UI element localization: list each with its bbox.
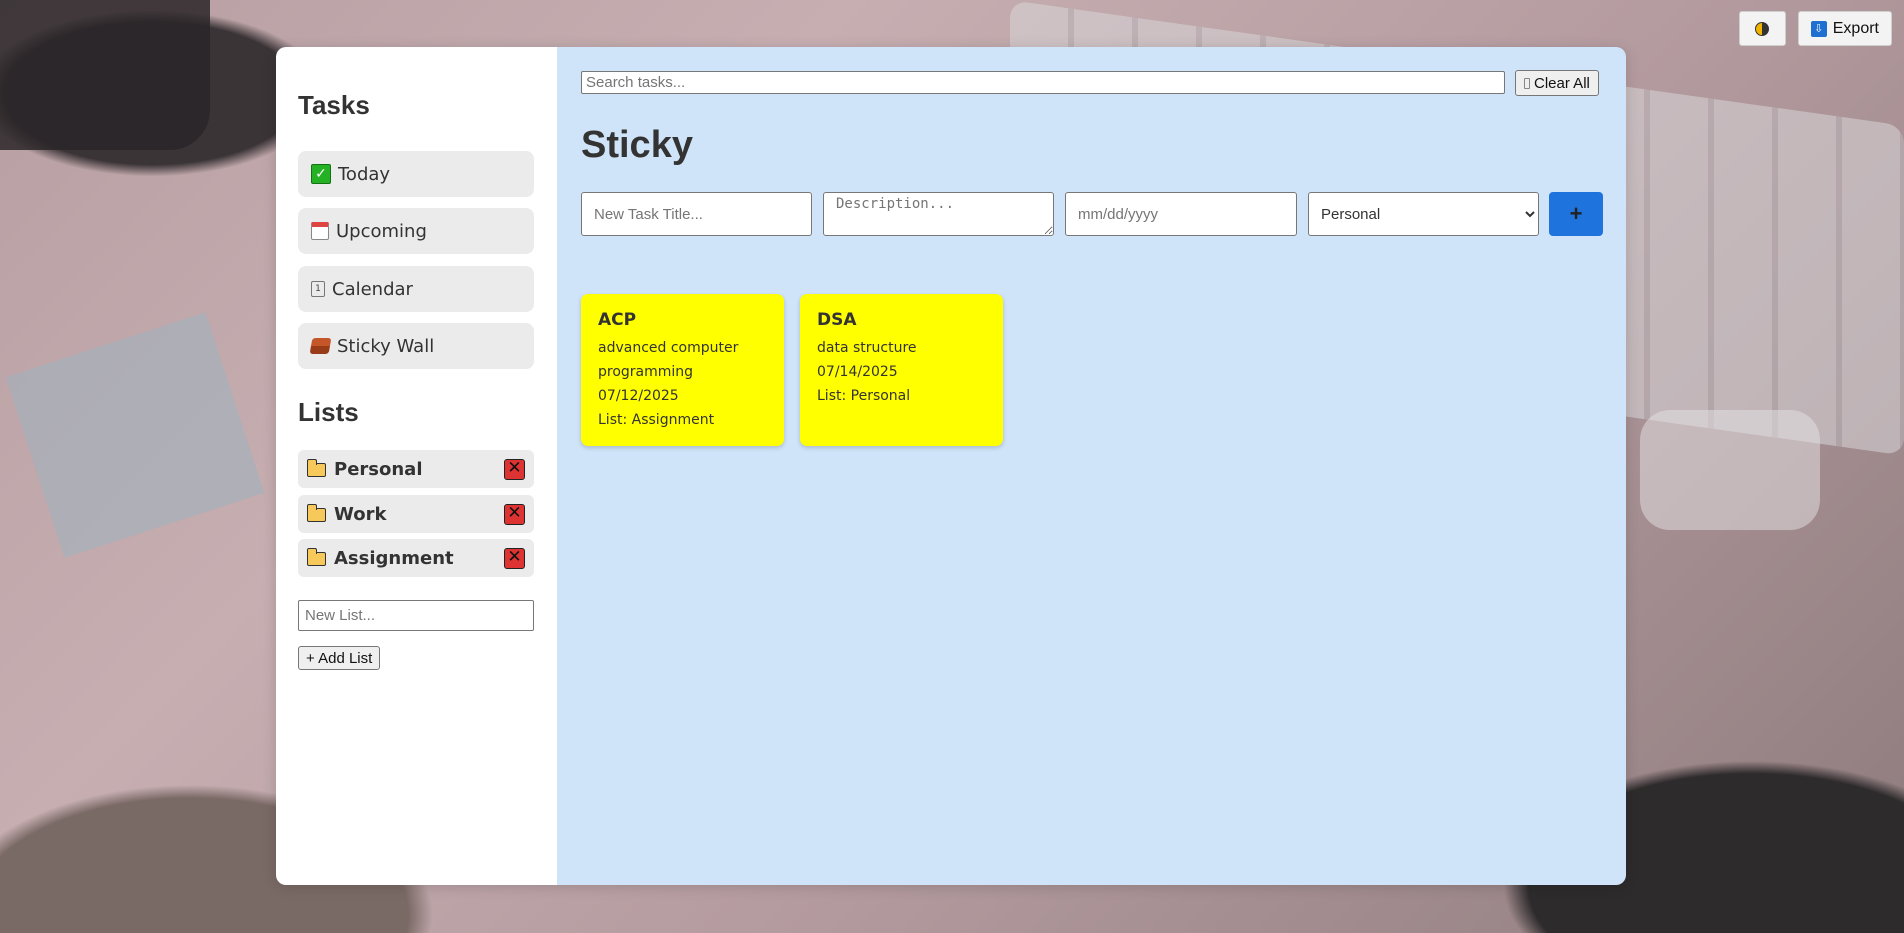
note-title: ACP bbox=[598, 310, 637, 330]
task-description-input[interactable] bbox=[823, 192, 1054, 236]
list-item-label: Personal bbox=[334, 458, 423, 480]
main-content: Clear All Sticky Personal + ACP advanced… bbox=[557, 47, 1626, 885]
note-date: 07/14/2025 bbox=[817, 364, 898, 380]
sidebar-item-today[interactable]: ✓ Today bbox=[298, 151, 534, 197]
app-window: Tasks ✓ Today Upcoming 1 Calendar Sticky… bbox=[276, 47, 1626, 885]
clear-all-button[interactable]: Clear All bbox=[1515, 70, 1599, 96]
background-gift-box bbox=[5, 312, 265, 558]
search-input[interactable] bbox=[581, 71, 1505, 94]
note-list: List: Personal bbox=[817, 388, 911, 404]
folder-icon bbox=[306, 548, 326, 566]
note-description: data structure bbox=[817, 340, 917, 356]
sidebar-item-label: Today bbox=[338, 163, 391, 185]
trash-icon bbox=[1524, 77, 1530, 89]
page-title: Sticky bbox=[581, 124, 693, 166]
task-list-select[interactable]: Personal bbox=[1308, 192, 1539, 236]
sidebar-item-label: Calendar bbox=[332, 278, 413, 300]
background-calculator bbox=[0, 0, 210, 150]
top-toolbar: ⇩ Export bbox=[1738, 11, 1892, 46]
add-list-button[interactable]: + Add List bbox=[298, 646, 381, 670]
lists-heading: Lists bbox=[298, 397, 359, 427]
note-list: List: Assignment bbox=[598, 412, 715, 428]
calendar-icon bbox=[311, 222, 329, 240]
tasks-heading: Tasks bbox=[298, 90, 370, 120]
export-label: Export bbox=[1832, 19, 1879, 37]
theme-toggle-button[interactable] bbox=[1738, 11, 1786, 46]
download-icon: ⇩ bbox=[1810, 20, 1827, 37]
half-circle-icon bbox=[1755, 21, 1770, 36]
plus-icon: + bbox=[1569, 201, 1583, 226]
add-task-button[interactable]: + bbox=[1549, 192, 1603, 236]
delete-list-icon[interactable]: ✕ bbox=[504, 503, 525, 525]
list-item-personal[interactable]: Personal ✕ bbox=[298, 450, 534, 488]
note-title: DSA bbox=[817, 310, 857, 330]
sidebar-item-sticky-wall[interactable]: Sticky Wall bbox=[298, 323, 534, 369]
delete-list-icon[interactable]: ✕ bbox=[504, 547, 525, 569]
new-list-input[interactable] bbox=[298, 600, 534, 631]
delete-list-icon[interactable]: ✕ bbox=[504, 458, 525, 480]
clear-all-label: Clear All bbox=[1534, 74, 1590, 92]
export-button[interactable]: ⇩ Export bbox=[1797, 11, 1892, 46]
sidebar-item-upcoming[interactable]: Upcoming bbox=[298, 208, 534, 254]
sticky-note[interactable]: DSA data structure 07/14/2025 List: Pers… bbox=[800, 294, 1003, 446]
list-item-label: Assignment bbox=[334, 547, 454, 569]
task-title-input[interactable] bbox=[581, 192, 812, 236]
note-date: 07/12/2025 bbox=[598, 388, 679, 404]
sidebar-item-calendar[interactable]: 1 Calendar bbox=[298, 266, 534, 312]
sidebar: Tasks ✓ Today Upcoming 1 Calendar Sticky… bbox=[276, 47, 557, 885]
list-item-assignment[interactable]: Assignment ✕ bbox=[298, 539, 534, 577]
brick-icon bbox=[309, 338, 332, 354]
sidebar-item-label: Sticky Wall bbox=[337, 335, 435, 357]
background-paper bbox=[1640, 410, 1820, 530]
date-icon: 1 bbox=[311, 281, 325, 297]
sidebar-item-label: Upcoming bbox=[336, 220, 427, 242]
folder-icon bbox=[306, 504, 326, 522]
folder-icon bbox=[306, 459, 326, 477]
list-item-work[interactable]: Work ✕ bbox=[298, 495, 534, 533]
note-description: advanced computer programming bbox=[598, 340, 739, 380]
check-icon: ✓ bbox=[311, 164, 331, 184]
task-date-input[interactable] bbox=[1065, 192, 1297, 236]
list-item-label: Work bbox=[334, 503, 387, 525]
sticky-note[interactable]: ACP advanced computer programming 07/12/… bbox=[581, 294, 784, 446]
